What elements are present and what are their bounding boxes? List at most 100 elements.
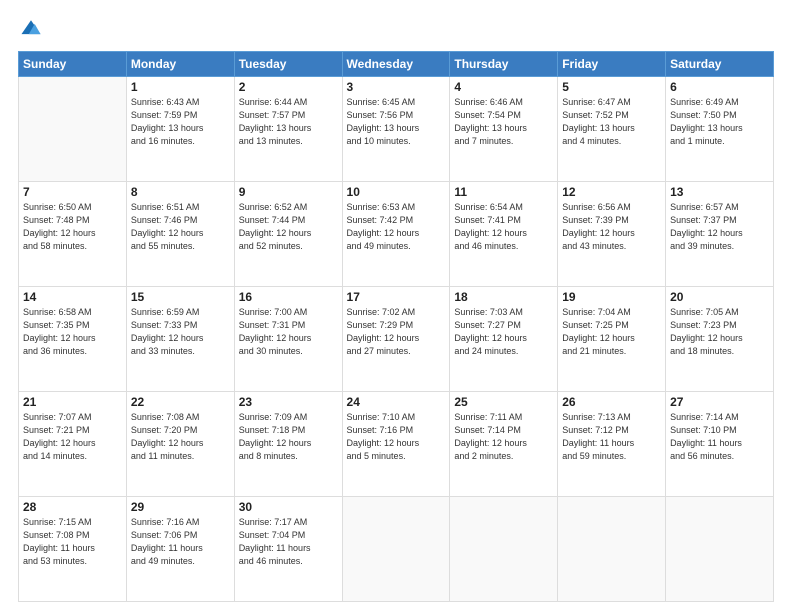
calendar-cell: 25 Sunrise: 7:11 AM Sunset: 7:14 PM Dayli…: [450, 392, 558, 497]
calendar-cell: 1 Sunrise: 6:43 AM Sunset: 7:59 PM Daylig…: [126, 77, 234, 182]
day-number: 6: [670, 80, 769, 94]
week-row-2: 7 Sunrise: 6:50 AM Sunset: 7:48 PM Daylig…: [19, 182, 774, 287]
day-number: 30: [239, 500, 338, 514]
day-number: 7: [23, 185, 122, 199]
day-info: Sunrise: 7:02 AM Sunset: 7:29 PM Dayligh…: [347, 306, 446, 358]
calendar-cell: 6 Sunrise: 6:49 AM Sunset: 7:50 PM Daylig…: [666, 77, 774, 182]
day-info: Sunrise: 6:56 AM Sunset: 7:39 PM Dayligh…: [562, 201, 661, 253]
day-info: Sunrise: 6:50 AM Sunset: 7:48 PM Dayligh…: [23, 201, 122, 253]
day-info: Sunrise: 7:04 AM Sunset: 7:25 PM Dayligh…: [562, 306, 661, 358]
day-number: 5: [562, 80, 661, 94]
calendar-cell: 14Sunrise: 6:58 AM Sunset: 7:35 PM Dayli…: [19, 287, 127, 392]
day-number: 16: [239, 290, 338, 304]
day-info: Sunrise: 6:52 AM Sunset: 7:44 PM Dayligh…: [239, 201, 338, 253]
day-number: 19: [562, 290, 661, 304]
day-info: Sunrise: 7:10 AM Sunset: 7:16 PM Dayligh…: [347, 411, 446, 463]
day-info: Sunrise: 6:49 AM Sunset: 7:50 PM Dayligh…: [670, 96, 769, 148]
day-info: Sunrise: 7:11 AM Sunset: 7:14 PM Dayligh…: [454, 411, 553, 463]
day-info: Sunrise: 6:46 AM Sunset: 7:54 PM Dayligh…: [454, 96, 553, 148]
calendar-cell: 26Sunrise: 7:13 AM Sunset: 7:12 PM Dayli…: [558, 392, 666, 497]
day-info: Sunrise: 7:09 AM Sunset: 7:18 PM Dayligh…: [239, 411, 338, 463]
calendar-cell: [666, 497, 774, 602]
calendar-cell: 22 Sunrise: 7:08 AM Sunset: 7:20 PM Dayli…: [126, 392, 234, 497]
calendar-cell: [19, 77, 127, 182]
day-number: 12: [562, 185, 661, 199]
calendar-cell: 28Sunrise: 7:15 AM Sunset: 7:08 PM Dayli…: [19, 497, 127, 602]
day-info: Sunrise: 6:43 AM Sunset: 7:59 PM Dayligh…: [131, 96, 230, 148]
day-info: Sunrise: 6:45 AM Sunset: 7:56 PM Dayligh…: [347, 96, 446, 148]
day-number: 22: [131, 395, 230, 409]
day-number: 11: [454, 185, 553, 199]
day-number: 1: [131, 80, 230, 94]
calendar-cell: 18 Sunrise: 7:03 AM Sunset: 7:27 PM Dayli…: [450, 287, 558, 392]
calendar-cell: 4Sunrise: 6:46 AM Sunset: 7:54 PM Daylig…: [450, 77, 558, 182]
calendar-cell: 11 Sunrise: 6:54 AM Sunset: 7:41 PM Dayli…: [450, 182, 558, 287]
weekday-header-thursday: Thursday: [450, 52, 558, 77]
day-info: Sunrise: 6:59 AM Sunset: 7:33 PM Dayligh…: [131, 306, 230, 358]
logo: [18, 18, 42, 45]
calendar-cell: [558, 497, 666, 602]
day-info: Sunrise: 7:16 AM Sunset: 7:06 PM Dayligh…: [131, 516, 230, 568]
day-number: 15: [131, 290, 230, 304]
day-number: 14: [23, 290, 122, 304]
day-info: Sunrise: 7:13 AM Sunset: 7:12 PM Dayligh…: [562, 411, 661, 463]
weekday-header-saturday: Saturday: [666, 52, 774, 77]
calendar-cell: 24Sunrise: 7:10 AM Sunset: 7:16 PM Dayli…: [342, 392, 450, 497]
calendar-cell: 12 Sunrise: 6:56 AM Sunset: 7:39 PM Dayli…: [558, 182, 666, 287]
calendar-cell: 5 Sunrise: 6:47 AM Sunset: 7:52 PM Daylig…: [558, 77, 666, 182]
day-number: 28: [23, 500, 122, 514]
day-number: 8: [131, 185, 230, 199]
calendar-cell: 15 Sunrise: 6:59 AM Sunset: 7:33 PM Dayli…: [126, 287, 234, 392]
day-info: Sunrise: 7:03 AM Sunset: 7:27 PM Dayligh…: [454, 306, 553, 358]
day-number: 10: [347, 185, 446, 199]
calendar-cell: [450, 497, 558, 602]
day-number: 2: [239, 80, 338, 94]
header: [18, 18, 774, 45]
day-number: 9: [239, 185, 338, 199]
day-info: Sunrise: 7:14 AM Sunset: 7:10 PM Dayligh…: [670, 411, 769, 463]
calendar-cell: 13 Sunrise: 6:57 AM Sunset: 7:37 PM Dayli…: [666, 182, 774, 287]
weekday-header-friday: Friday: [558, 52, 666, 77]
day-info: Sunrise: 7:17 AM Sunset: 7:04 PM Dayligh…: [239, 516, 338, 568]
day-info: Sunrise: 6:54 AM Sunset: 7:41 PM Dayligh…: [454, 201, 553, 253]
page: SundayMondayTuesdayWednesdayThursdayFrid…: [0, 0, 792, 612]
day-number: 20: [670, 290, 769, 304]
calendar-cell: 17 Sunrise: 7:02 AM Sunset: 7:29 PM Dayli…: [342, 287, 450, 392]
day-info: Sunrise: 6:57 AM Sunset: 7:37 PM Dayligh…: [670, 201, 769, 253]
calendar-cell: 19 Sunrise: 7:04 AM Sunset: 7:25 PM Dayli…: [558, 287, 666, 392]
calendar-cell: 16Sunrise: 7:00 AM Sunset: 7:31 PM Dayli…: [234, 287, 342, 392]
day-number: 27: [670, 395, 769, 409]
day-info: Sunrise: 6:47 AM Sunset: 7:52 PM Dayligh…: [562, 96, 661, 148]
day-number: 29: [131, 500, 230, 514]
weekday-header-row: SundayMondayTuesdayWednesdayThursdayFrid…: [19, 52, 774, 77]
day-number: 21: [23, 395, 122, 409]
week-row-4: 21 Sunrise: 7:07 AM Sunset: 7:21 PM Dayli…: [19, 392, 774, 497]
day-info: Sunrise: 6:53 AM Sunset: 7:42 PM Dayligh…: [347, 201, 446, 253]
day-number: 25: [454, 395, 553, 409]
logo-icon: [20, 18, 42, 40]
day-info: Sunrise: 7:08 AM Sunset: 7:20 PM Dayligh…: [131, 411, 230, 463]
calendar-cell: 29 Sunrise: 7:16 AM Sunset: 7:06 PM Dayli…: [126, 497, 234, 602]
calendar-cell: 30 Sunrise: 7:17 AM Sunset: 7:04 PM Dayli…: [234, 497, 342, 602]
calendar-cell: 7 Sunrise: 6:50 AM Sunset: 7:48 PM Daylig…: [19, 182, 127, 287]
day-number: 18: [454, 290, 553, 304]
calendar-cell: [342, 497, 450, 602]
day-info: Sunrise: 6:44 AM Sunset: 7:57 PM Dayligh…: [239, 96, 338, 148]
week-row-3: 14Sunrise: 6:58 AM Sunset: 7:35 PM Dayli…: [19, 287, 774, 392]
day-number: 3: [347, 80, 446, 94]
day-info: Sunrise: 7:07 AM Sunset: 7:21 PM Dayligh…: [23, 411, 122, 463]
weekday-header-wednesday: Wednesday: [342, 52, 450, 77]
week-row-5: 28Sunrise: 7:15 AM Sunset: 7:08 PM Dayli…: [19, 497, 774, 602]
calendar-cell: 20Sunrise: 7:05 AM Sunset: 7:23 PM Dayli…: [666, 287, 774, 392]
week-row-1: 1 Sunrise: 6:43 AM Sunset: 7:59 PM Daylig…: [19, 77, 774, 182]
weekday-header-tuesday: Tuesday: [234, 52, 342, 77]
day-info: Sunrise: 6:51 AM Sunset: 7:46 PM Dayligh…: [131, 201, 230, 253]
day-number: 23: [239, 395, 338, 409]
calendar-cell: 9 Sunrise: 6:52 AM Sunset: 7:44 PM Daylig…: [234, 182, 342, 287]
calendar-table: SundayMondayTuesdayWednesdayThursdayFrid…: [18, 51, 774, 602]
calendar-cell: 27 Sunrise: 7:14 AM Sunset: 7:10 PM Dayli…: [666, 392, 774, 497]
calendar-cell: 21 Sunrise: 7:07 AM Sunset: 7:21 PM Dayli…: [19, 392, 127, 497]
day-number: 17: [347, 290, 446, 304]
day-number: 13: [670, 185, 769, 199]
weekday-header-monday: Monday: [126, 52, 234, 77]
